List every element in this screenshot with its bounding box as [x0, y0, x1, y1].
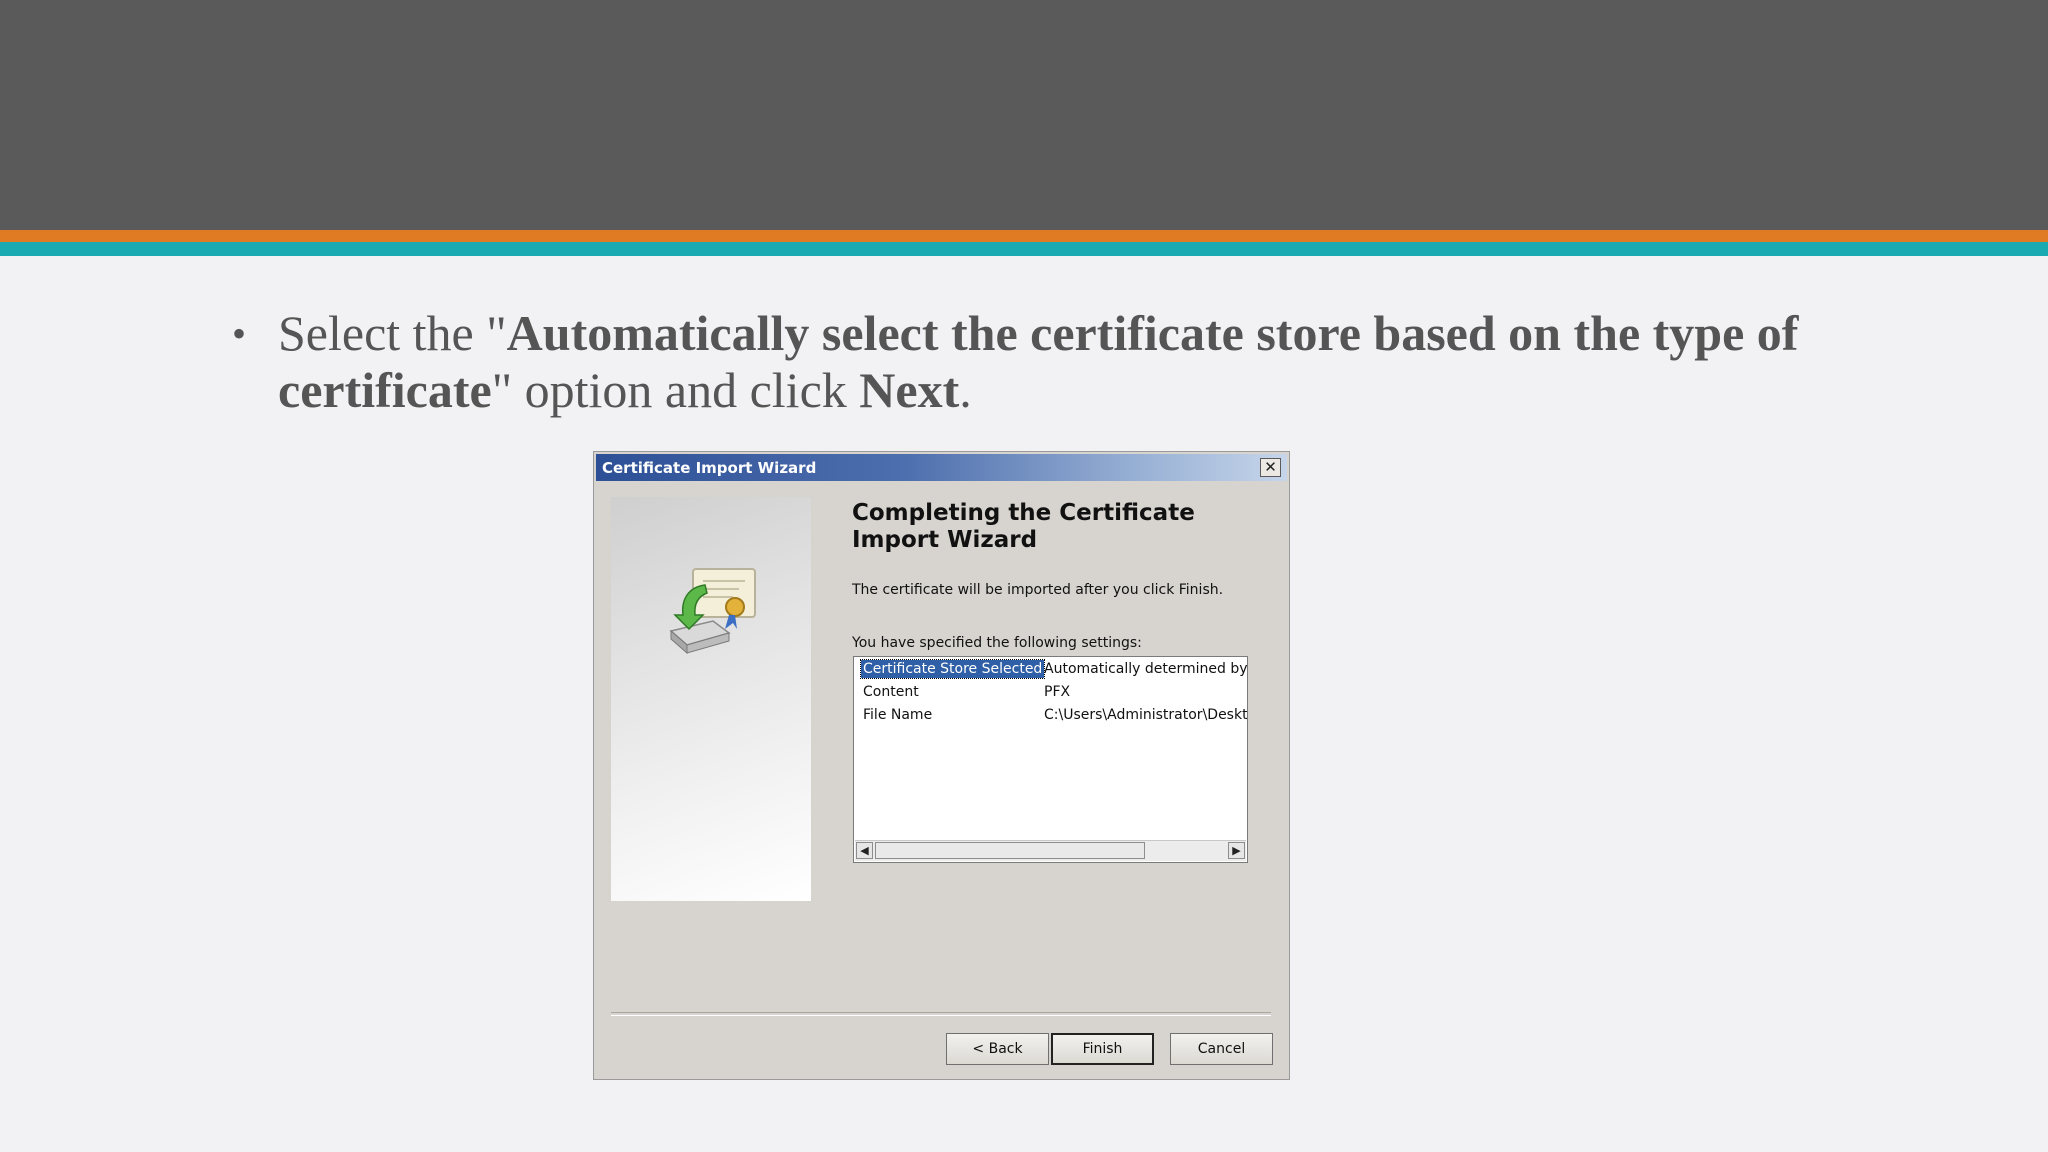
- scroll-thumb[interactable]: [875, 842, 1145, 859]
- slide-header-band: [0, 0, 2048, 230]
- list-item-key: File Name: [863, 707, 933, 723]
- horizontal-scrollbar[interactable]: ◀ ▶: [855, 840, 1246, 861]
- dialog-titlebar[interactable]: Certificate Import Wizard ✕: [596, 454, 1287, 481]
- accent-stripe-orange: [0, 230, 2048, 242]
- bullet-text-1: Select the ": [278, 305, 507, 361]
- wizard-side-panel: [611, 497, 811, 901]
- scroll-left-icon[interactable]: ◀: [856, 842, 873, 859]
- list-item-value: PFX: [1044, 684, 1071, 700]
- back-button[interactable]: < Back: [946, 1033, 1049, 1065]
- dialog-title: Certificate Import Wizard: [602, 459, 817, 477]
- bullet-text-2: " option and click: [491, 362, 860, 418]
- wizard-info-text: The certificate will be imported after y…: [852, 582, 1224, 598]
- certificate-import-icon: [669, 568, 756, 655]
- list-item[interactable]: Certificate Store Selected Automatically…: [854, 658, 1248, 680]
- list-item-key: Content: [863, 684, 919, 700]
- bullet-dot: •: [232, 311, 247, 356]
- settings-label: You have specified the following setting…: [852, 635, 1142, 651]
- settings-listbox[interactable]: Certificate Store Selected Automatically…: [853, 656, 1248, 863]
- list-item[interactable]: File Name C:\Users\Administrator\Deskto: [854, 704, 1248, 726]
- list-item-value: Automatically determined by t: [1044, 661, 1248, 677]
- list-item-key: Certificate Store Selected: [859, 659, 1046, 679]
- scroll-right-icon[interactable]: ▶: [1228, 842, 1245, 859]
- button-divider: [611, 1012, 1271, 1016]
- list-item-value: C:\Users\Administrator\Deskto: [1044, 707, 1248, 723]
- bullet-bold-next: Next: [859, 362, 960, 418]
- certificate-import-wizard-dialog: Certificate Import Wizard ✕ Completing t…: [593, 451, 1290, 1080]
- wizard-heading: Completing the Certificate Import Wizard: [852, 500, 1195, 553]
- close-button[interactable]: ✕: [1260, 458, 1281, 477]
- accent-stripe-teal: [0, 242, 2048, 256]
- finish-button[interactable]: Finish: [1051, 1033, 1154, 1065]
- list-item[interactable]: Content PFX: [854, 681, 1247, 703]
- bullet-text-3: .: [959, 362, 972, 418]
- cancel-button[interactable]: Cancel: [1170, 1033, 1273, 1065]
- slide-bullet: • Select the "Automatically select the ce…: [232, 305, 1808, 419]
